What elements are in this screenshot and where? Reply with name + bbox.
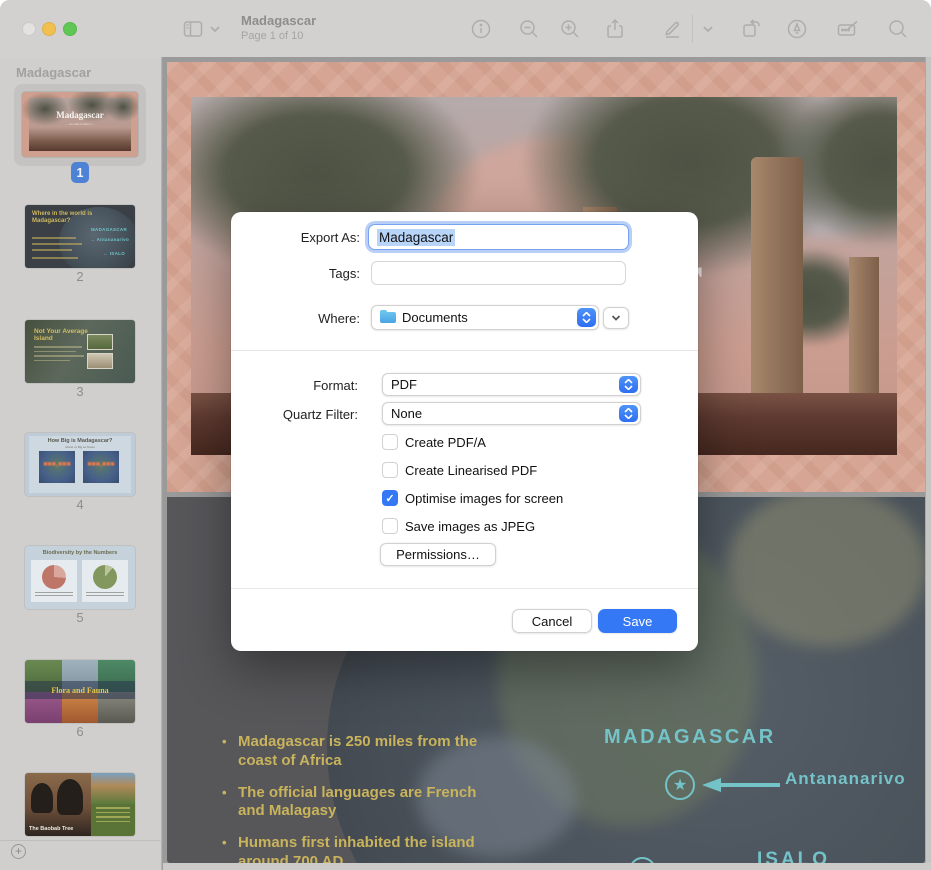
bullet-item: •Madagascar is 250 miles from the coast … [222,733,502,771]
map-arrow-icon [702,777,782,793]
checkbox-label: Create Linearised PDF [405,463,537,478]
share-icon[interactable] [603,17,627,41]
page-number-label: 4 [0,497,160,512]
export-as-input[interactable]: Madagascar [368,224,629,250]
page-number-label: 5 [0,610,160,625]
checkbox-label: Optimise images for screen [405,491,563,506]
sidebar-document-title: Madagascar [16,65,91,80]
highlighter-icon[interactable] [785,17,809,41]
thumbnail-page-3[interactable]: Not Your Average Island [25,320,135,383]
bullet-item: •Humans first inhabited the island aroun… [222,834,502,863]
markup-icon[interactable] [660,17,684,41]
quartz-filter-popup[interactable]: None [382,402,641,425]
dialog-divider [231,350,698,351]
map-label-capital: Antananarivo [785,769,906,789]
chevron-down-icon [610,312,622,324]
save-images-jpeg-checkbox-row[interactable]: Save images as JPEG [382,518,535,534]
rotate-icon[interactable] [740,17,764,41]
chevron-down-icon[interactable] [208,22,222,36]
scrollbar-gutter[interactable] [925,57,931,870]
map-star-marker: ★ [665,770,695,800]
page-number-label: 6 [0,724,160,739]
window-subtitle: Page 1 of 10 [241,30,316,42]
page-number-label: 3 [0,384,160,399]
format-value: PDF [391,377,417,392]
permissions-button[interactable]: Permissions… [380,543,496,566]
bullet-item: •The official languages are French and M… [222,784,502,822]
optimise-images-checkbox-row[interactable]: ✓ Optimise images for screen [382,490,563,506]
folder-icon [380,312,396,323]
thumbnail-page-2[interactable]: Where in the world is Madagascar? MADAGA… [25,205,135,268]
create-pdfa-checkbox-row[interactable]: Create PDF/A [382,434,486,450]
zoom-window-button[interactable] [63,22,77,36]
page-number-label: 2 [0,269,160,284]
fill-sign-icon[interactable] [836,17,860,41]
info-icon[interactable] [469,17,493,41]
format-label: Format: [313,378,358,393]
preview-window: Madagascar •Madagascar is 250 miles from… [0,0,931,870]
chevron-down-icon[interactable] [700,21,724,45]
zoom-out-icon[interactable] [517,17,541,41]
save-button[interactable]: Save [598,609,677,633]
dialog-divider [231,588,698,589]
where-value: Documents [402,310,468,325]
thumbnail-page-4[interactable]: How Big is Madagascar? island vs Big as … [25,433,135,496]
toolbar-separator [692,15,693,43]
popup-stepper-icon [619,376,638,393]
create-linearised-pdf-checkbox-row[interactable]: Create Linearised PDF [382,462,537,478]
checkbox [382,462,398,478]
checkbox: ✓ [382,490,398,506]
popup-stepper-icon [619,405,638,422]
cancel-button[interactable]: Cancel [512,609,592,633]
where-popup[interactable]: Documents [371,305,599,330]
titlebar: Madagascar Page 1 of 10 [0,0,931,57]
quartz-filter-label: Quartz Filter: [283,407,358,422]
format-popup[interactable]: PDF [382,373,641,396]
checkbox [382,434,398,450]
close-button[interactable] [22,22,36,36]
thumbnail-sidebar: Madagascar Madagascar — an island nation… [0,57,162,870]
checkbox [382,518,398,534]
thumbnail-page-7[interactable]: The Baobab Tree [25,773,135,836]
search-icon[interactable] [886,17,910,41]
thumbnail-page-6[interactable]: Flora and Fauna [25,660,135,723]
export-as-value: Madagascar [377,229,455,246]
quartz-filter-value: None [391,406,422,421]
map-label-park: ISALO [757,849,830,863]
content-bottom-edge [163,863,931,870]
popup-stepper-icon [577,308,596,327]
export-as-label: Export As: [301,230,360,245]
checkbox-label: Save images as JPEG [405,519,535,534]
where-label: Where: [318,311,360,326]
page-number-badge: 1 [71,162,89,183]
tags-input[interactable] [371,261,626,285]
checkbox-label: Create PDF/A [405,435,486,450]
expand-dialog-button[interactable] [603,307,629,329]
tags-label: Tags: [329,266,360,281]
export-dialog: Export As: Madagascar Tags: Where: Docum… [231,212,698,651]
map-label-country: MADAGASCAR [604,726,776,749]
thumbnail-page-1[interactable]: Madagascar — an island nation — [22,92,138,157]
minimize-button[interactable] [42,22,56,36]
sidebar-icon[interactable] [181,17,205,41]
slide-2-bullet-list: •Madagascar is 250 miles from the coast … [222,733,502,863]
window-title: Madagascar [241,13,316,28]
thumbnail-page-5[interactable]: Biodiversity by the Numbers [25,546,135,609]
zoom-in-icon[interactable] [558,17,582,41]
add-page-button[interactable]: + [11,844,26,859]
sidebar-divider [0,840,162,841]
